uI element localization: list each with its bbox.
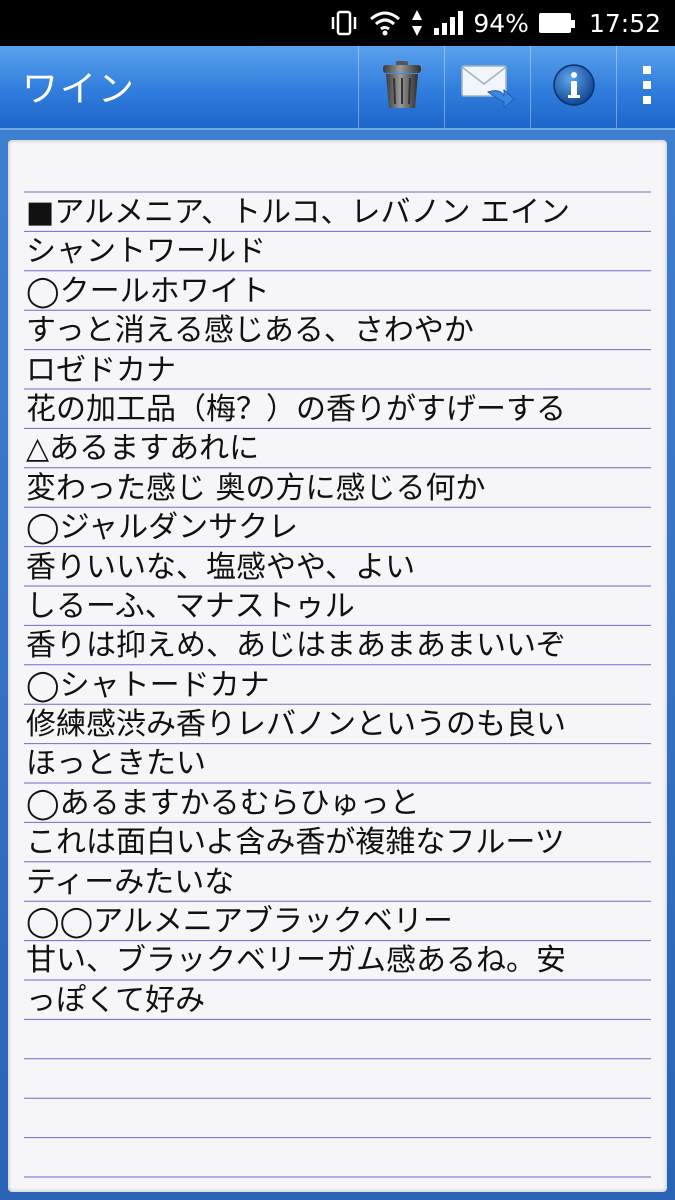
note-editor[interactable]: ■アルメニア、トルコ、レバノン エイン シャントワールド ◯クールホワイト すっ… <box>8 140 667 1192</box>
note-line: っぽくて好み <box>26 982 206 1018</box>
app-bar: ワイン <box>0 46 675 130</box>
overflow-menu-button[interactable] <box>616 46 675 128</box>
note-line: ほっときたい <box>26 746 206 782</box>
note-frame: ■アルメニア、トルコ、レバノン エイン シャントワールド ◯クールホワイト すっ… <box>0 130 675 1200</box>
status-icons: 94% 17:52 <box>329 0 661 46</box>
more-vert-icon <box>641 64 653 110</box>
signal-icon <box>433 10 464 36</box>
note-line: 修練感渋み香りレバノンというのも良い <box>26 707 566 743</box>
delete-button[interactable] <box>358 46 445 128</box>
battery-percent: 94% <box>473 8 529 38</box>
note-line: △あるますあれに <box>26 431 260 467</box>
wifi-icon <box>369 10 401 36</box>
note-line: すっと消える感じある、さわやか <box>26 313 474 349</box>
note-line: ◯ジャルダンサクレ <box>26 510 299 546</box>
clock: 17:52 <box>588 8 661 38</box>
trash-icon <box>381 60 423 114</box>
note-line: しるーふ、マナストゥル <box>26 588 355 624</box>
note-lines: ■アルメニア、トルコ、レバノン エイン シャントワールド ◯クールホワイト すっ… <box>26 193 657 1020</box>
data-arrows-icon <box>411 9 423 37</box>
note-line: シャントワールド <box>26 234 266 270</box>
note-line: 甘い、ブラックベリーガム感あるね。安 <box>26 943 566 979</box>
info-icon <box>552 63 596 111</box>
note-line: ◯シャトードカナ <box>26 667 270 703</box>
note-line: ◯クールホワイト <box>26 273 270 309</box>
note-line: ロゼドカナ <box>26 352 176 388</box>
note-line: これは面白いよ含み香が複雑なフルーツ <box>26 825 565 861</box>
vibrate-icon <box>329 10 359 36</box>
note-line: 香りいいな、塩感やや、よい <box>26 549 416 585</box>
info-button[interactable] <box>530 46 617 128</box>
share-mail-button[interactable] <box>444 46 531 128</box>
note-line: ■アルメニア、トルコ、レバノン エイン <box>26 195 570 230</box>
note-line: ◯◯アルメニアブラックベリー <box>26 904 453 940</box>
mail-icon <box>460 62 516 112</box>
page-title: ワイン <box>22 69 137 110</box>
note-line: 香りは抑えめ、あじはまあまあまいいぞ <box>26 628 566 664</box>
status-bar: 94% 17:52 <box>0 0 675 46</box>
battery-icon <box>538 13 575 33</box>
note-line: ティーみたいな <box>26 864 235 900</box>
note-line: 変わった感じ 奥の方に感じる何か <box>26 470 486 506</box>
note-line: 花の加工品（梅？）の香りがすげーする <box>26 391 566 427</box>
note-line: ◯あるますかるむらひゅっと <box>26 785 420 821</box>
